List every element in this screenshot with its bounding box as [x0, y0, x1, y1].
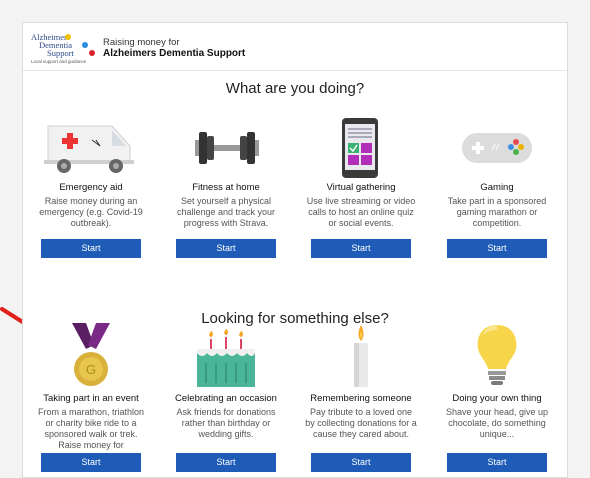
candle-icon [304, 323, 418, 389]
tile-description: Set yourself a physical challenge and tr… [176, 196, 276, 228]
start-button-gaming[interactable]: Start [447, 239, 547, 258]
tile-description: Ask friends for donations rather than bi… [176, 407, 276, 439]
lightbulb-icon [440, 323, 554, 389]
tile-taking-part-event: G Taking part in an event From a maratho… [34, 323, 148, 472]
logo-dot-yellow [65, 34, 71, 40]
gamepad-icon [440, 116, 554, 178]
logo-text-line3: Support [47, 48, 74, 58]
section-title-what-doing: What are you doing? [225, 80, 365, 97]
cake-icon [169, 323, 283, 389]
tile-description: Use live streaming or video calls to hos… [306, 196, 416, 228]
tile-description: Take part in a sponsored gaming marathon… [447, 196, 547, 228]
tile-celebrating-occasion: Celebrating an occasion Ask friends for … [169, 323, 283, 472]
tile-title: Celebrating an occasion [175, 393, 277, 404]
phone-icon [304, 116, 418, 178]
raising-money-label: Raising money for [103, 37, 180, 48]
dumbbell-icon [169, 116, 283, 178]
medal-icon: G [34, 323, 148, 389]
start-button-taking-part-event[interactable]: Start [41, 453, 141, 472]
svg-text:G: G [86, 362, 96, 377]
tile-title: Doing your own thing [452, 393, 542, 404]
tile-title: Emergency aid [59, 182, 123, 193]
tile-emergency-aid: Emergency aid Raise money during an emer… [34, 116, 148, 258]
tile-gaming: Gaming Take part in a sponsored gaming m… [440, 116, 554, 258]
tile-title: Remembering someone [310, 393, 412, 404]
start-button-emergency-aid[interactable]: Start [41, 239, 141, 258]
tile-fitness-at-home: Fitness at home Set yourself a physical … [169, 116, 283, 258]
tile-title: Fitness at home [192, 182, 260, 193]
charity-name: Alzheimers Dementia Support [103, 48, 246, 59]
tile-remembering-someone: Remembering someone Pay tribute to a lov… [304, 323, 418, 472]
start-button-remembering-someone[interactable]: Start [311, 453, 411, 472]
charity-logo: Alzheimers Dementia Support Local suppor… [31, 33, 97, 67]
tile-title: Virtual gathering [326, 182, 396, 193]
tile-description: Shave your head, give up chocolate, do s… [445, 407, 549, 439]
fundraising-card: Alzheimers Dementia Support Local suppor… [22, 22, 568, 478]
logo-dot-red [89, 50, 95, 56]
logo-tagline: Local support and guidance [31, 59, 87, 64]
tile-description: From a marathon, triathlon or charity bi… [37, 407, 145, 450]
tile-title: Gaming [480, 182, 514, 193]
tile-description: Pay tribute to a loved one by collecting… [305, 407, 417, 439]
start-button-virtual-gathering[interactable]: Start [311, 239, 411, 258]
tile-description: Raise money during an emergency (e.g. Co… [39, 196, 143, 228]
page-header: Alzheimers Dementia Support Local suppor… [23, 23, 567, 71]
tile-virtual-gathering: Virtual gathering Use live streaming or … [304, 116, 418, 258]
ambulance-icon [34, 116, 148, 178]
tile-title: Taking part in an event [43, 393, 139, 404]
tile-doing-own-thing: Doing your own thing Shave your head, gi… [440, 323, 554, 472]
start-button-fitness-at-home[interactable]: Start [176, 239, 276, 258]
start-button-celebrating-occasion[interactable]: Start [176, 453, 276, 472]
start-button-doing-own-thing[interactable]: Start [447, 453, 547, 472]
logo-dot-blue [82, 42, 88, 48]
